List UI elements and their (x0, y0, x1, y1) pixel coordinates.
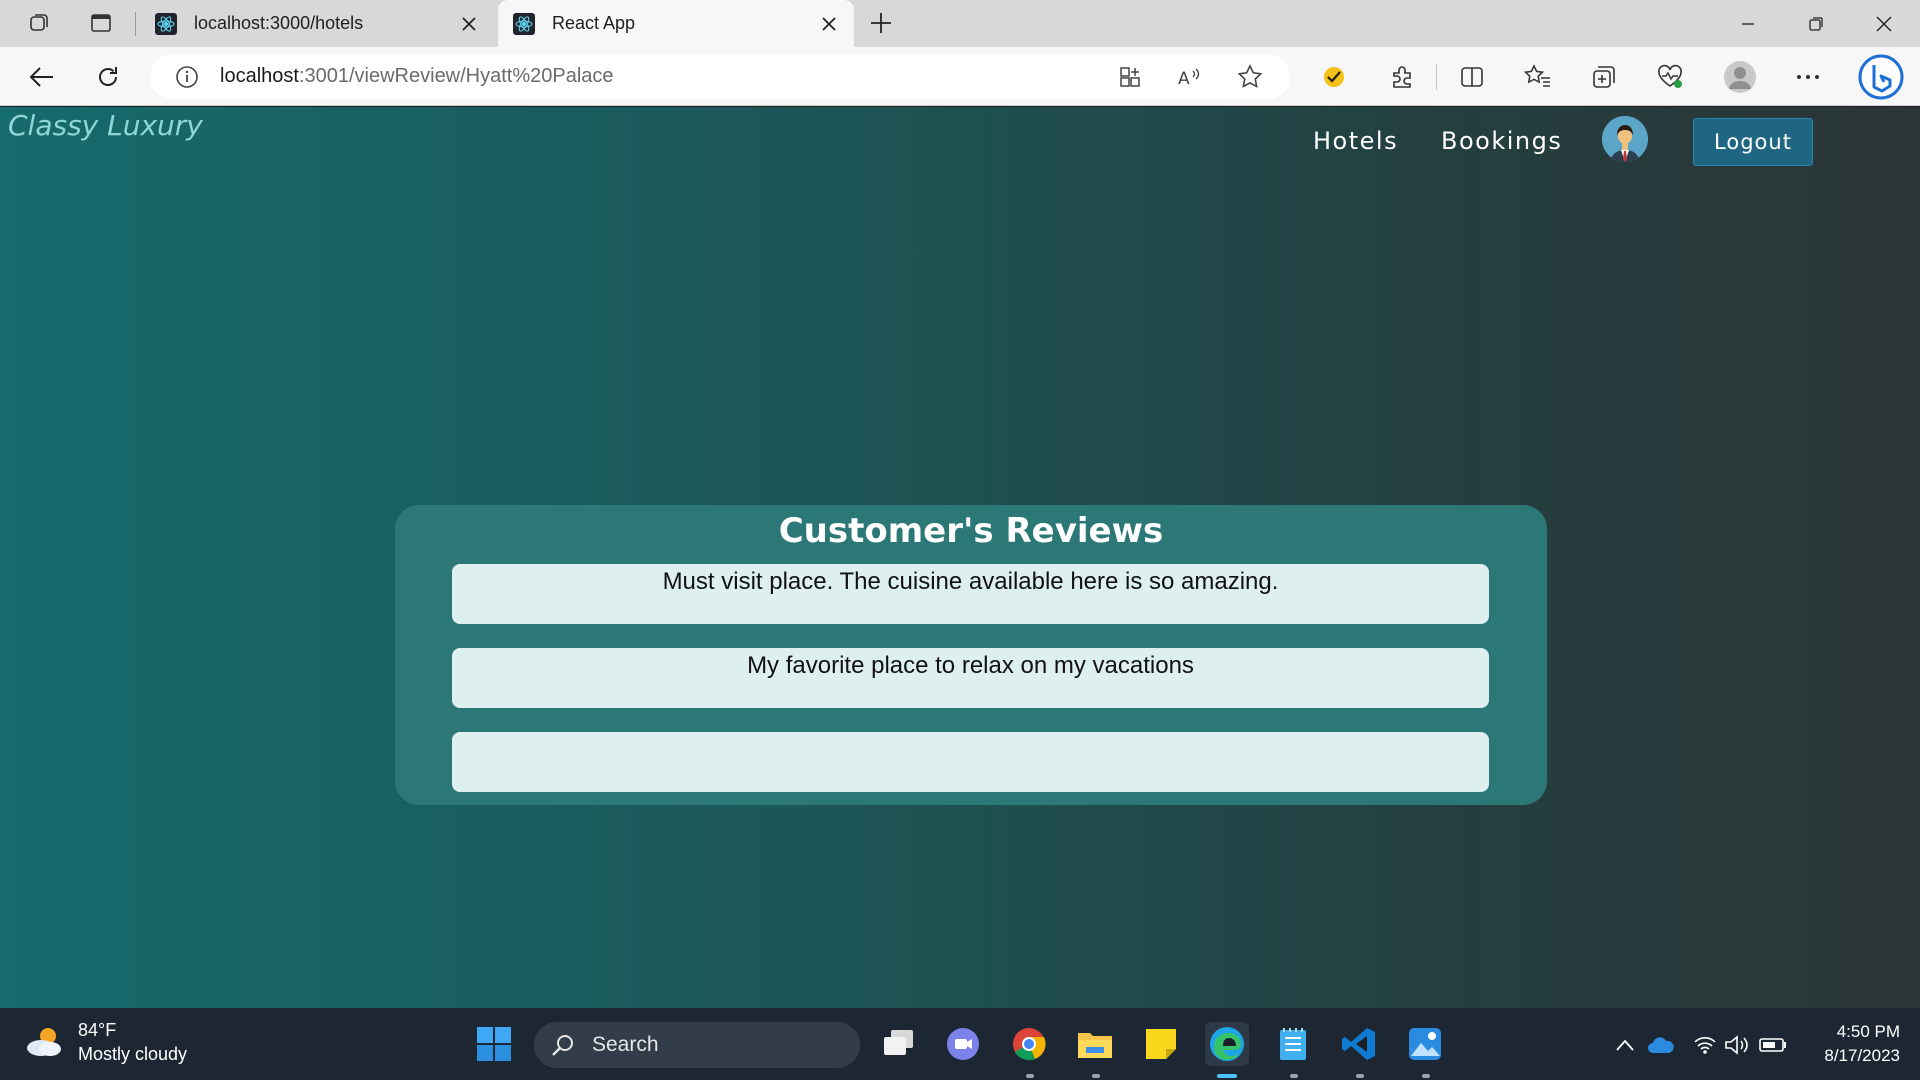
split-screen-icon[interactable] (1452, 57, 1492, 97)
app-available-icon[interactable] (1110, 57, 1150, 97)
react-icon (154, 12, 178, 36)
tab-hotels[interactable]: localhost:3000/hotels (140, 0, 494, 47)
collections-icon[interactable] (1584, 57, 1624, 97)
site-info-icon[interactable] (174, 64, 200, 90)
user-avatar-icon (1602, 116, 1648, 162)
address-bar[interactable]: localhost:3001/viewReview/Hyatt%20Palace… (150, 54, 1290, 99)
nav-bookings-link[interactable]: Bookings (1441, 127, 1562, 155)
svg-text:A: A (1178, 69, 1190, 89)
tab-title: React App (552, 13, 636, 33)
browser-tab-strip: localhost:3000/hotels React App (0, 0, 1920, 47)
running-indicator (1092, 1074, 1100, 1078)
search-label: Search (592, 1033, 659, 1056)
extensions-icon[interactable] (1382, 57, 1422, 97)
profile-icon[interactable] (1720, 57, 1760, 97)
url-host: localhost (220, 65, 299, 87)
weather-condition: Mostly cloudy (78, 1044, 188, 1064)
active-indicator (1217, 1074, 1237, 1078)
workspaces-icon[interactable] (22, 8, 56, 38)
review-item: My favorite place to relax on my vacatio… (452, 648, 1489, 708)
windows-logo-icon (477, 1027, 511, 1061)
tab-title: localhost:3000/hotels (194, 13, 364, 33)
toolbar-separator (1436, 64, 1437, 90)
taskbar-search-box[interactable]: Search (534, 1022, 860, 1068)
start-button[interactable] (476, 1026, 512, 1062)
weather-widget[interactable]: 84°F Mostly cloudy (24, 1018, 187, 1066)
windows-taskbar: 84°F Mostly cloudy Search 4:50 PM 8/17/2… (0, 1008, 1920, 1080)
restore-icon[interactable] (1782, 0, 1850, 47)
clock-time: 4:50 PM (1836, 1022, 1900, 1041)
vscode-icon[interactable] (1337, 1022, 1381, 1066)
review-item: Must visit place. The cuisine available … (452, 564, 1489, 624)
url-text[interactable]: localhost:3001/viewReview/Hyatt%20Palace (220, 65, 1110, 88)
refresh-icon[interactable] (88, 57, 128, 97)
onedrive-cloud-icon[interactable] (1646, 1030, 1676, 1060)
running-indicator (1026, 1074, 1034, 1078)
close-window-icon[interactable] (1850, 0, 1918, 47)
more-icon[interactable] (1788, 57, 1828, 97)
user-avatar[interactable] (1602, 116, 1648, 162)
page-viewport: Classy Luxury Hotels Bookings Logout Cus… (0, 107, 1920, 1008)
photos-icon[interactable] (1403, 1022, 1447, 1066)
vertical-tabs-icon[interactable] (84, 8, 118, 38)
file-explorer-icon[interactable] (1073, 1022, 1117, 1066)
teams-chat-icon[interactable] (941, 1022, 985, 1066)
tab-divider (135, 12, 136, 36)
browser-toolbar: localhost:3001/viewReview/Hyatt%20Palace… (0, 47, 1920, 106)
reviews-card: Customer's Reviews Must visit place. The… (395, 505, 1547, 805)
brand-logo-text[interactable]: Classy Luxury (8, 109, 203, 142)
url-path: :3001/viewReview/Hyatt%20Palace (298, 65, 614, 87)
chrome-icon[interactable] (1007, 1022, 1051, 1066)
notepad-icon[interactable] (1271, 1022, 1315, 1066)
close-tab-icon[interactable] (458, 13, 480, 35)
favorites-icon[interactable] (1518, 57, 1558, 97)
new-tab-icon[interactable] (866, 8, 896, 38)
favorite-star-icon[interactable] (1230, 57, 1270, 97)
clock-date: 8/17/2023 (1824, 1046, 1900, 1065)
running-indicator (1356, 1074, 1364, 1078)
logout-button[interactable]: Logout (1693, 118, 1813, 166)
search-icon (550, 1032, 576, 1058)
edge-icon[interactable] (1205, 1022, 1249, 1066)
react-icon (512, 12, 536, 36)
volume-icon[interactable] (1722, 1030, 1752, 1060)
chevron-up-icon[interactable] (1610, 1030, 1640, 1060)
running-indicator (1290, 1074, 1298, 1078)
weather-temp: 84°F (78, 1020, 117, 1040)
partly-cloudy-icon (27, 1028, 61, 1056)
browser-essentials-icon[interactable] (1650, 57, 1690, 97)
wifi-icon[interactable] (1690, 1030, 1720, 1060)
battery-icon[interactable] (1758, 1030, 1788, 1060)
system-clock[interactable]: 4:50 PM 8/17/2023 (1800, 1020, 1900, 1068)
minimize-icon[interactable] (1714, 0, 1782, 47)
nav-hotels-link[interactable]: Hotels (1313, 127, 1398, 155)
back-arrow-icon[interactable] (22, 57, 62, 97)
sticky-notes-icon[interactable] (1139, 1022, 1183, 1066)
reviews-title: Customer's Reviews (778, 511, 1164, 551)
tab-react-app[interactable]: React App (498, 0, 854, 47)
bing-copilot-icon[interactable] (1856, 52, 1906, 102)
vpn-shield-icon[interactable] (1314, 57, 1354, 97)
running-indicator (1422, 1074, 1430, 1078)
task-view-icon[interactable] (877, 1022, 921, 1066)
review-item (452, 732, 1489, 792)
read-aloud-icon[interactable]: A (1170, 57, 1210, 97)
close-tab-icon[interactable] (818, 13, 840, 35)
